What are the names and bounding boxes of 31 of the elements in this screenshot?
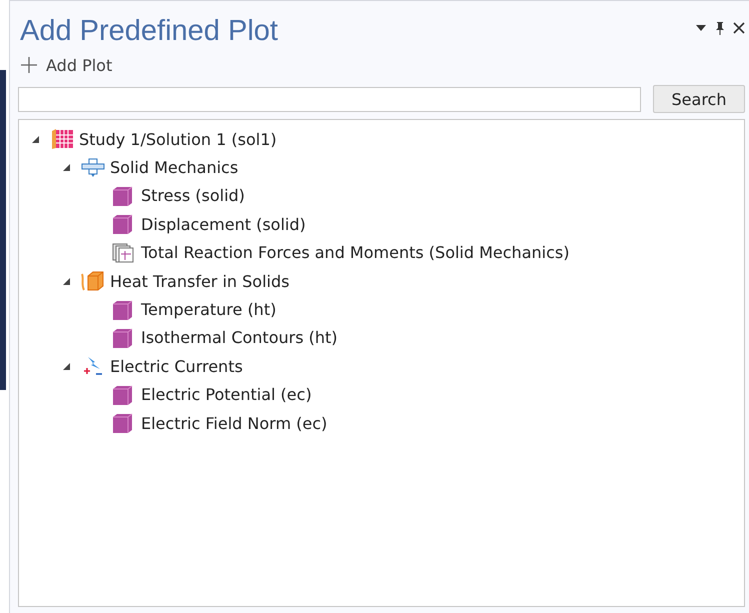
- cube-icon: [111, 384, 135, 406]
- tree-item[interactable]: Isothermal Contours (ht): [141, 328, 338, 348]
- cube-icon: [111, 412, 135, 434]
- tree-item[interactable]: Stress (solid): [141, 186, 245, 206]
- dropdown-icon[interactable]: [695, 24, 707, 32]
- tree-item[interactable]: Displacement (solid): [141, 214, 306, 234]
- tree-item[interactable]: Study 1/Solution 1 (sol1): [79, 130, 277, 149]
- close-icon[interactable]: [733, 22, 745, 34]
- plus-icon: [20, 56, 38, 74]
- add-plot-button[interactable]: Add Plot: [18, 53, 114, 77]
- beam-icon: [80, 158, 106, 178]
- cube-icon: [111, 298, 135, 321]
- panel-title: Add Predefined Plot: [20, 14, 278, 48]
- cube-icon: [111, 326, 135, 349]
- tree-item[interactable]: Electric Currents: [110, 356, 243, 376]
- tree-item[interactable]: Temperature (ht): [141, 300, 276, 320]
- flame-cube-icon: [80, 270, 106, 292]
- tree-item[interactable]: Total Reaction Forces and Moments (Solid Mechanics): [141, 243, 570, 262]
- tree-item[interactable]: Solid Mechanics: [110, 158, 238, 178]
- collapse-icon[interactable]: [62, 276, 71, 286]
- tree-item[interactable]: Electric Field Norm (ec): [141, 414, 328, 433]
- collapse-icon[interactable]: [62, 163, 71, 172]
- collapse-icon[interactable]: [62, 362, 71, 371]
- search-field[interactable]: [18, 86, 641, 112]
- search-button[interactable]: Search: [653, 85, 745, 113]
- pin-icon[interactable]: [715, 21, 725, 35]
- cube-icon: [111, 184, 135, 207]
- tree-item[interactable]: Electric Potential (ec): [141, 385, 312, 404]
- collapse-icon[interactable]: [31, 134, 40, 144]
- tree-item[interactable]: Heat Transfer in Solids: [110, 272, 290, 291]
- cube-icon: [111, 213, 135, 236]
